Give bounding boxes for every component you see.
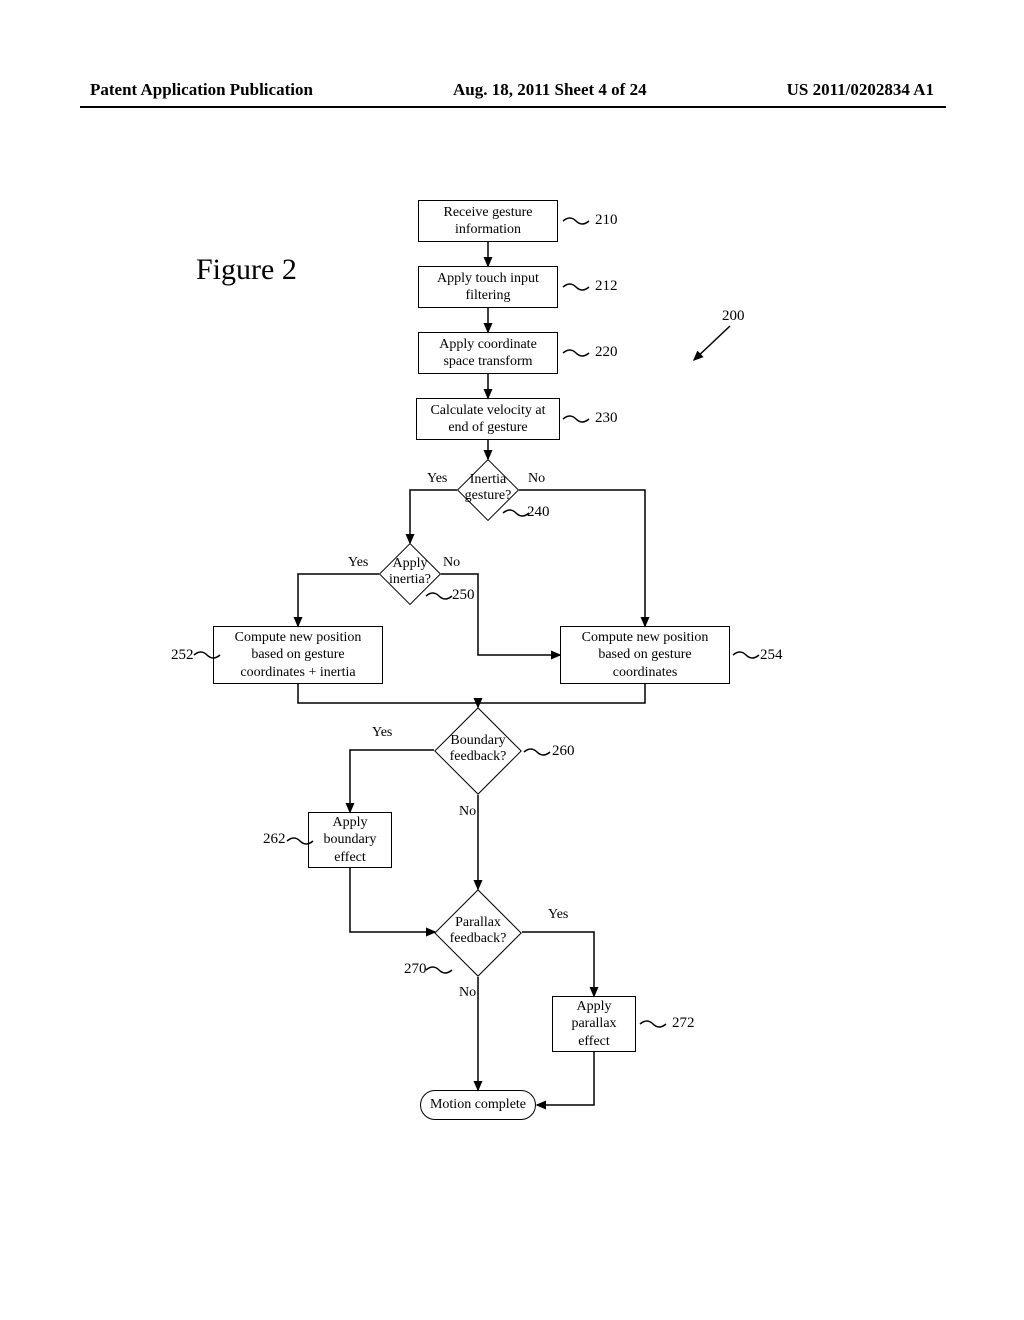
- page-header: Patent Application Publication Aug. 18, …: [0, 80, 1024, 100]
- header-left: Patent Application Publication: [90, 80, 313, 100]
- flowchart-canvas: Receive gesture information Apply touch …: [0, 190, 1024, 1240]
- header-right: US 2011/0202834 A1: [787, 80, 934, 100]
- header-rule: [80, 106, 946, 108]
- connectors: [0, 190, 1024, 1240]
- header-center: Aug. 18, 2011 Sheet 4 of 24: [453, 80, 647, 100]
